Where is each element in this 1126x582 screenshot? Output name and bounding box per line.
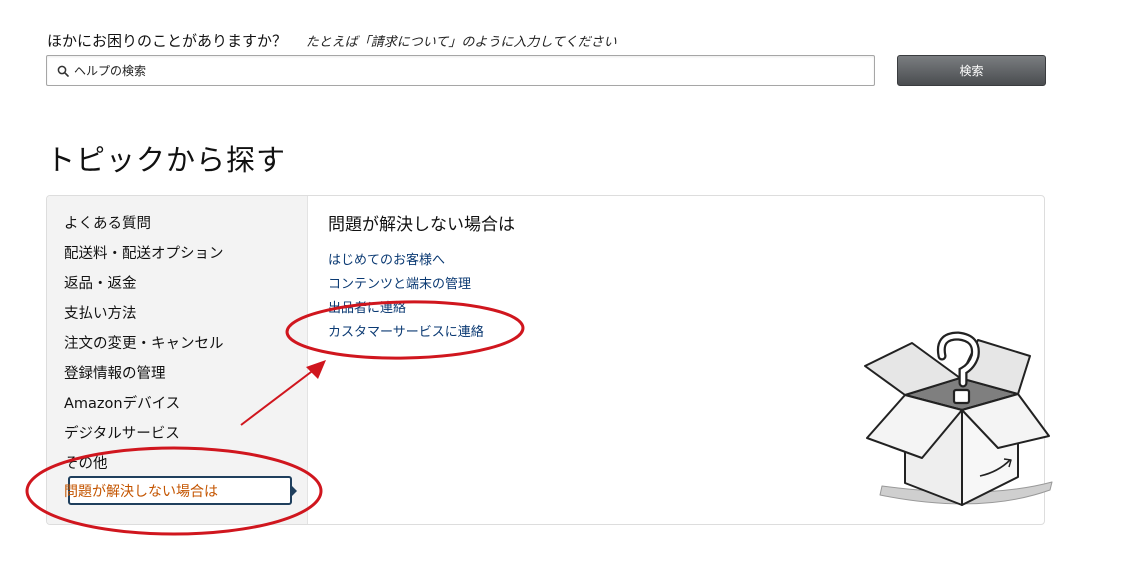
sidebar-item-faq[interactable]: よくある質問 bbox=[64, 212, 151, 233]
sidebar-item-account[interactable]: 登録情報の管理 bbox=[64, 362, 166, 383]
sidebar-item-digital[interactable]: デジタルサービス bbox=[64, 422, 180, 443]
content-title: 問題が解決しない場合は bbox=[328, 215, 515, 235]
sidebar-item-order-changes[interactable]: 注文の変更・キャンセル bbox=[64, 332, 224, 353]
link-content-devices[interactable]: コンテンツと端末の管理 bbox=[328, 273, 471, 292]
caret-right-icon bbox=[292, 486, 297, 496]
search-heading-text: ほかにお困りのことがありますか？ bbox=[47, 32, 288, 50]
sidebar-item-returns[interactable]: 返品・返金 bbox=[64, 272, 137, 293]
search-input-container[interactable] bbox=[46, 55, 875, 86]
link-contact-customer-service[interactable]: カスタマーサービスに連絡 bbox=[328, 321, 484, 340]
search-hint: たとえば「請求について」のように入力してください bbox=[305, 35, 617, 50]
topics-sidebar: よくある質問 配送料・配送オプション 返品・返金 支払い方法 注文の変更・キャン… bbox=[47, 196, 308, 524]
topics-panel: よくある質問 配送料・配送オプション 返品・返金 支払い方法 注文の変更・キャン… bbox=[46, 195, 1045, 525]
search-icon bbox=[57, 65, 69, 77]
search-button[interactable]: 検索 bbox=[897, 55, 1046, 86]
page-title: トピックから探す bbox=[46, 143, 287, 177]
sidebar-item-other[interactable]: その他 bbox=[64, 452, 108, 473]
search-heading: ほかにお困りのことがありますか？ たとえば「請求について」のように入力してくださ… bbox=[47, 30, 617, 51]
sidebar-item-shipping[interactable]: 配送料・配送オプション bbox=[64, 242, 224, 263]
sidebar-item-label: 問題が解決しない場合は bbox=[64, 483, 218, 500]
search-input[interactable] bbox=[74, 63, 834, 78]
link-contact-seller[interactable]: 出品者に連絡 bbox=[328, 297, 406, 316]
sidebar-item-devices[interactable]: Amazonデバイス bbox=[64, 392, 180, 413]
sidebar-item-unresolved[interactable]: 問題が解決しない場合は bbox=[64, 476, 297, 505]
link-first-time[interactable]: はじめてのお客様へ bbox=[328, 249, 445, 268]
sidebar-item-payment[interactable]: 支払い方法 bbox=[64, 302, 137, 323]
